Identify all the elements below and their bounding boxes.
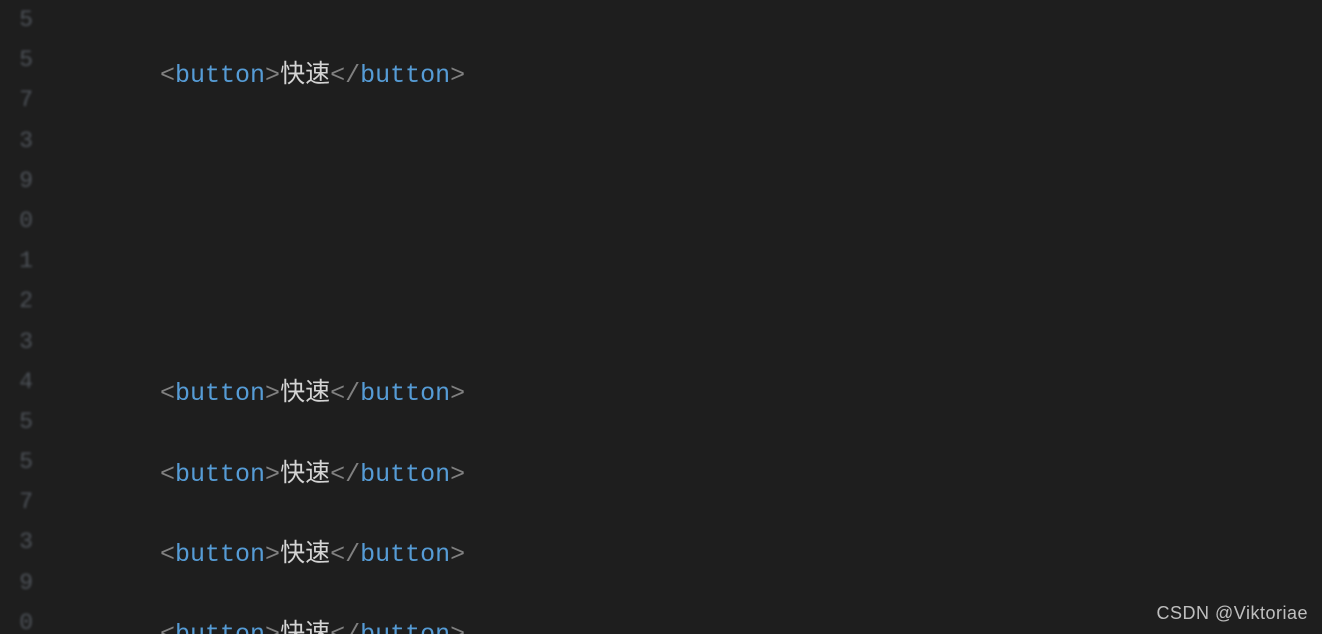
line-number: 3 [0,522,34,562]
line-number: 4 [0,362,34,402]
code-line[interactable]: <button>快速</button> [100,615,1322,634]
line-number: 3 [0,121,34,161]
line-number: 7 [0,80,34,120]
line-number: 5 [0,402,34,442]
line-number: 9 [0,563,34,603]
line-number: 3 [0,322,34,362]
line-number: 0 [0,201,34,241]
code-line[interactable]: <button>快速</button> [100,535,1322,575]
line-number: 2 [0,281,34,321]
code-editor[interactable]: 5 5 7 3 9 0 1 2 3 4 5 5 7 3 9 0 <button>… [0,0,1322,634]
folding-gutter [38,0,90,634]
code-line[interactable]: <button>快速</button> [100,455,1322,495]
line-number: 5 [0,0,34,40]
code-line[interactable]: <button>快速</button> [100,56,1322,310]
line-number: 5 [0,40,34,80]
line-number: 7 [0,482,34,522]
line-number: 0 [0,603,34,634]
code-area[interactable]: <button>快速</button> <button>快速</button> … [90,0,1322,634]
line-number: 1 [0,241,34,281]
line-number-gutter: 5 5 7 3 9 0 1 2 3 4 5 5 7 3 9 0 [0,0,38,634]
watermark-text: CSDN @Viktoriae [1157,603,1308,624]
line-number: 9 [0,161,34,201]
line-number: 5 [0,442,34,482]
code-line[interactable]: <button>快速</button> [100,374,1322,414]
